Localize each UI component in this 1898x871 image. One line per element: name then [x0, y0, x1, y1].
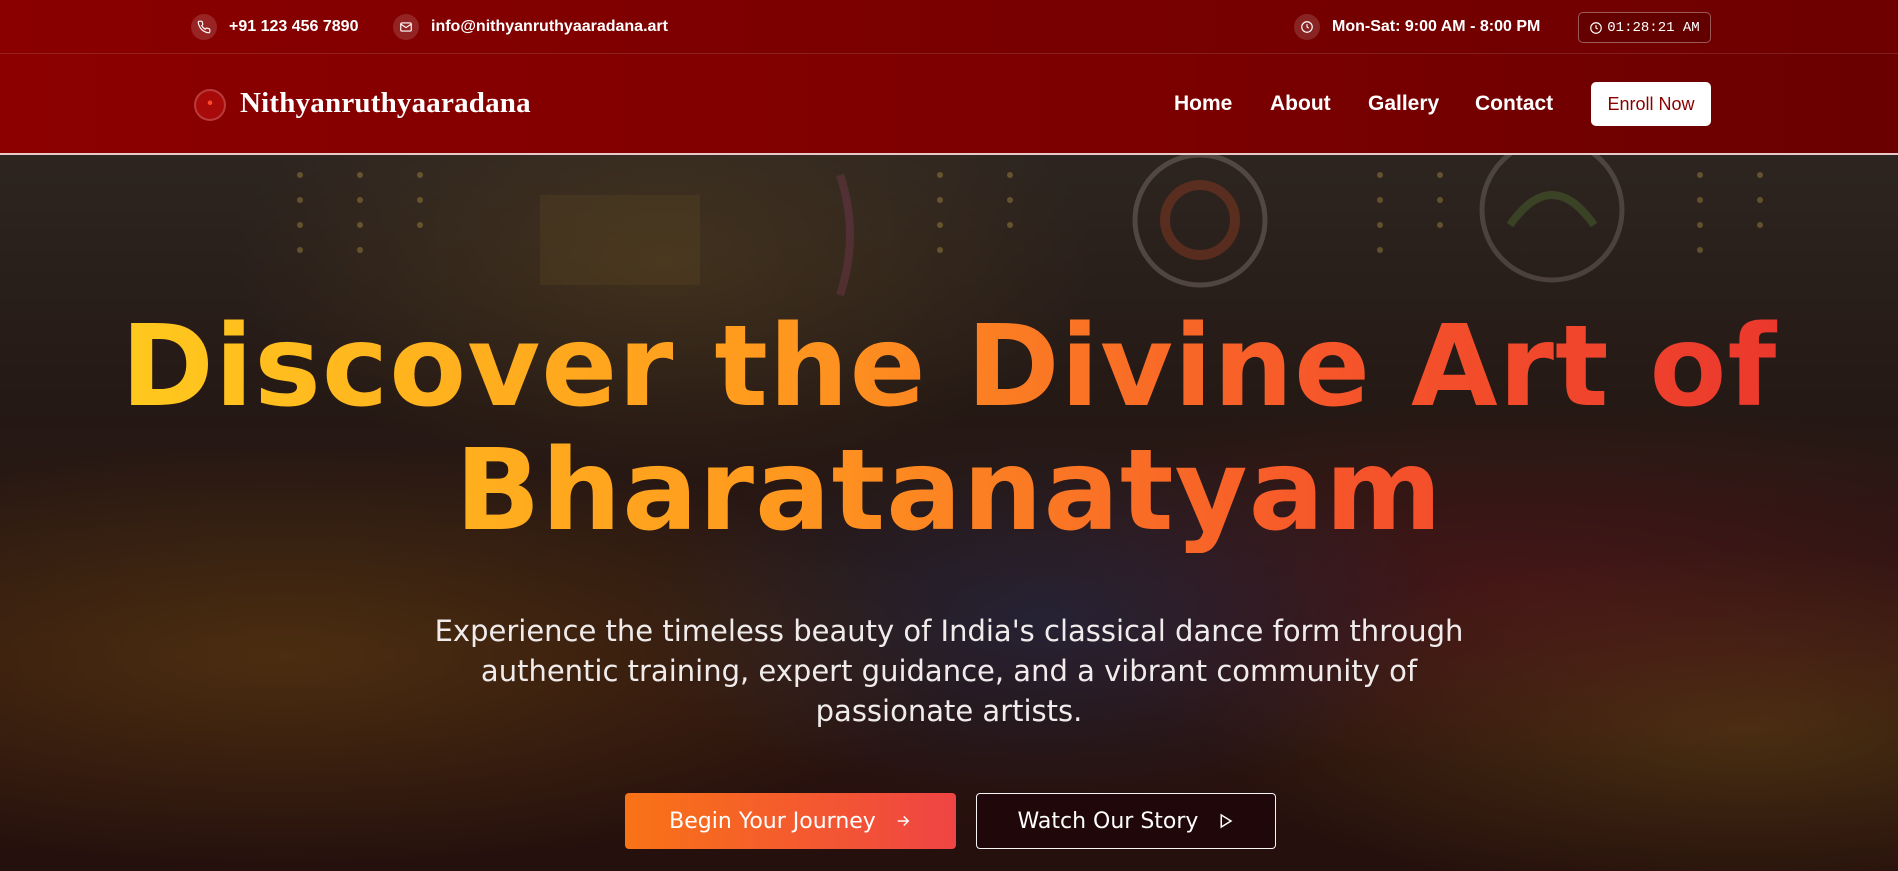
phone-number: +91 123 456 7890 — [229, 18, 359, 35]
begin-journey-button[interactable]: Begin Your Journey — [625, 793, 956, 849]
nav-link-about[interactable]: About — [1270, 92, 1331, 116]
enroll-now-button[interactable]: Enroll Now — [1591, 82, 1711, 126]
nav-link-home[interactable]: Home — [1174, 92, 1232, 116]
begin-journey-label: Begin Your Journey — [669, 808, 876, 834]
nav-link-contact[interactable]: Contact — [1475, 92, 1553, 116]
top-info-bar: +91 123 456 7890 info@nithyanruthyaarada… — [0, 0, 1898, 54]
email-address: info@nithyanruthyaaradana.art — [431, 18, 668, 35]
hero-headline-line1: Discover the Divine Art of — [120, 302, 1778, 432]
nav-link-gallery[interactable]: Gallery — [1368, 92, 1439, 116]
hero-section: Discover the Divine Art of Bharatanatyam… — [0, 155, 1898, 871]
mail-icon — [393, 14, 419, 40]
arrow-right-icon — [894, 812, 912, 830]
play-icon — [1216, 812, 1234, 830]
hero-subtitle: Experience the timeless beauty of India'… — [434, 614, 1464, 728]
phone-icon — [191, 14, 217, 40]
email-contact[interactable]: info@nithyanruthyaaradana.art — [393, 0, 668, 54]
hours-text: Mon-Sat: 9:00 AM - 8:00 PM — [1332, 18, 1541, 35]
live-clock: 01:28:21 AM — [1578, 12, 1711, 43]
phone-contact[interactable]: +91 123 456 7890 — [191, 0, 358, 54]
watch-story-label: Watch Our Story — [1017, 808, 1199, 834]
clock-icon — [1294, 14, 1320, 40]
hero-headline: Discover the Divine Art of Bharatanatyam — [0, 305, 1898, 553]
clock-icon — [1590, 21, 1603, 34]
watch-story-button[interactable]: Watch Our Story — [976, 793, 1276, 849]
hero-headline-line2: Bharatanatyam — [455, 426, 1443, 556]
business-hours: Mon-Sat: 9:00 AM - 8:00 PM — [1294, 0, 1540, 54]
dance-logo-icon[interactable] — [194, 89, 226, 121]
clock-time: 01:28:21 AM — [1607, 19, 1700, 36]
brand-name[interactable]: Nithyanruthyaaradana — [240, 87, 531, 120]
main-navigation: Nithyanruthyaaradana Home About Gallery … — [0, 54, 1898, 155]
